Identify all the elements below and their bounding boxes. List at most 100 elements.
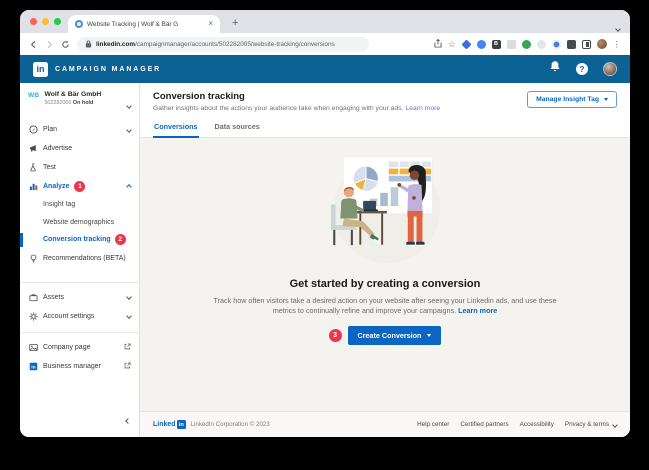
tab-groups-icon[interactable]	[581, 39, 591, 49]
notifications-bell-icon[interactable]	[549, 60, 561, 78]
manage-insight-tag-button[interactable]: Manage Insight Tag	[527, 91, 617, 108]
window-controls	[30, 18, 61, 25]
browser-profile-avatar[interactable]	[596, 39, 607, 49]
app-title: CAMPAIGN MANAGER	[55, 65, 162, 73]
page-title: Conversion tracking	[153, 91, 245, 102]
caret-down-icon	[427, 334, 432, 338]
bookmark-star-icon[interactable]: ☆	[448, 40, 456, 49]
sidebar-item-label: Recommendations (BETA)	[43, 254, 126, 262]
sidebar-item-label: Assets	[43, 293, 65, 301]
extension-icon[interactable]: B	[491, 39, 501, 49]
step-badge-3: 3	[328, 329, 342, 343]
extension-icon[interactable]	[506, 39, 516, 49]
extension-icon[interactable]	[521, 39, 531, 49]
maximize-window-button[interactable]	[54, 18, 61, 25]
share-icon[interactable]	[434, 35, 442, 53]
megaphone-icon	[28, 144, 38, 153]
create-conversion-button[interactable]: Create Conversion	[347, 326, 442, 346]
sidebar-item-advertise[interactable]: Advertise	[20, 139, 139, 158]
sidebar-item-analyze[interactable]: Analyze 1	[20, 177, 139, 196]
page-header: Conversion tracking Gather insights abou…	[140, 83, 630, 112]
sidebar-item-insight-tag[interactable]: Insight tag	[20, 196, 139, 214]
tab-search-chevron-icon[interactable]	[615, 18, 621, 36]
sidebar-item-website-demographics[interactable]: Website demographics	[20, 214, 139, 232]
extension-icon[interactable]	[476, 39, 486, 49]
sidebar-item-label: Conversion tracking	[43, 236, 111, 244]
close-window-button[interactable]	[30, 18, 37, 25]
browser-tab[interactable]: Website Tracking | Wolf & Bär G ×	[68, 15, 220, 33]
sidebar-item-label: Business manager	[43, 362, 101, 370]
page-header-text: Conversion tracking Gather insights abou…	[153, 91, 440, 112]
sidebar-item-company-page[interactable]: Company page	[20, 338, 139, 357]
sidebar-item-label: Insight tag	[43, 201, 76, 209]
sidebar-item-assets[interactable]: Assets	[20, 288, 139, 307]
footer-links: Help center Certified partners Accessibi…	[417, 421, 618, 428]
extension-icon[interactable]	[551, 39, 561, 49]
sidebar-collapse-icon[interactable]	[125, 410, 131, 428]
sidebar: WB Wolf & Bär GmbH 502282005 On hold Pla…	[20, 83, 140, 437]
sidebar-item-conversion-tracking[interactable]: Conversion tracking 2	[20, 231, 139, 249]
footer: Linked in LinkedIn Corporation © 2023 He…	[140, 411, 630, 437]
url-text: linkedin.com/campaignmanager/accounts/50…	[96, 40, 335, 48]
help-icon[interactable]: ?	[576, 63, 588, 75]
sidebar-item-label: Test	[43, 164, 56, 171]
bar-chart-icon	[28, 182, 38, 191]
app-body: WB Wolf & Bär GmbH 502282005 On hold Pla…	[20, 83, 630, 437]
tab-close-icon[interactable]: ×	[208, 20, 213, 28]
new-tab-button[interactable]: +	[232, 17, 238, 33]
chevron-down-icon	[126, 126, 132, 133]
reload-icon[interactable]	[61, 40, 70, 49]
empty-state-body: Track how often visitors take a desired …	[213, 295, 557, 316]
svg-text:in: in	[31, 364, 35, 370]
extension-icon[interactable]	[460, 38, 472, 50]
empty-state: Get started by creating a conversion Tra…	[140, 137, 630, 411]
sidebar-item-recommendations[interactable]: Recommendations (BETA)	[20, 249, 139, 268]
sidebar-item-test[interactable]: Test	[20, 158, 139, 177]
divider	[20, 331, 139, 333]
gear-icon	[28, 311, 38, 321]
chevron-down-icon	[126, 95, 132, 113]
account-name: Wolf & Bär GmbH	[44, 91, 102, 98]
user-avatar[interactable]	[603, 62, 617, 76]
tab-conversions[interactable]: Conversions	[153, 118, 199, 138]
browser-menu-icon[interactable]: ⋮	[613, 40, 622, 49]
tab-title: Website Tracking | Wolf & Bär G	[87, 20, 179, 28]
browser-window: Website Tracking | Wolf & Bär G × + link…	[20, 10, 630, 437]
assets-icon	[28, 293, 38, 302]
active-indicator	[20, 233, 23, 247]
footer-link-certified-partners[interactable]: Certified partners	[460, 421, 508, 428]
footer-link-accessibility[interactable]: Accessibility	[520, 421, 554, 428]
tab-favicon-icon	[75, 20, 83, 28]
chevron-down-icon	[612, 421, 618, 428]
flask-icon	[28, 163, 38, 172]
header-actions: ?	[549, 60, 617, 78]
sidebar-item-account-settings[interactable]: Account settings	[20, 307, 139, 326]
browser-toolbar: linkedin.com/campaignmanager/accounts/50…	[20, 33, 630, 55]
cta-row: 3 Create Conversion	[328, 326, 442, 346]
forward-icon[interactable]	[45, 40, 54, 49]
external-link-icon	[124, 361, 131, 371]
learn-more-link[interactable]: Learn more	[405, 105, 440, 112]
step-badge-1: 1	[74, 181, 86, 192]
learn-more-link[interactable]: Learn more	[458, 306, 497, 315]
account-info: Wolf & Bär GmbH 502282005 On hold	[44, 91, 101, 106]
sidebar-item-plan[interactable]: Plan	[20, 120, 139, 139]
sidebar-item-business-manager[interactable]: in Business manager	[20, 357, 139, 376]
extensions-puzzle-icon[interactable]	[566, 39, 576, 49]
extension-icon[interactable]	[536, 39, 546, 49]
minimize-window-button[interactable]	[42, 18, 49, 25]
footer-link-privacy-terms[interactable]: Privacy & terms	[565, 421, 618, 428]
footer-link-help-center[interactable]: Help center	[417, 421, 449, 428]
tab-data-sources[interactable]: Data sources	[214, 118, 261, 137]
sidebar-item-label: Advertise	[43, 145, 73, 152]
account-meta: 502282005 On hold	[44, 100, 94, 107]
account-switcher[interactable]: WB Wolf & Bär GmbH 502282005 On hold	[20, 90, 139, 120]
chevron-down-icon	[126, 294, 132, 300]
url-bar[interactable]: linkedin.com/campaignmanager/accounts/50…	[77, 36, 369, 52]
compass-icon	[28, 125, 38, 134]
caret-down-icon	[604, 98, 608, 101]
divider	[20, 281, 139, 283]
external-link-icon	[124, 342, 131, 352]
linkedin-logo[interactable]: in	[33, 61, 48, 77]
back-icon[interactable]	[29, 40, 38, 49]
